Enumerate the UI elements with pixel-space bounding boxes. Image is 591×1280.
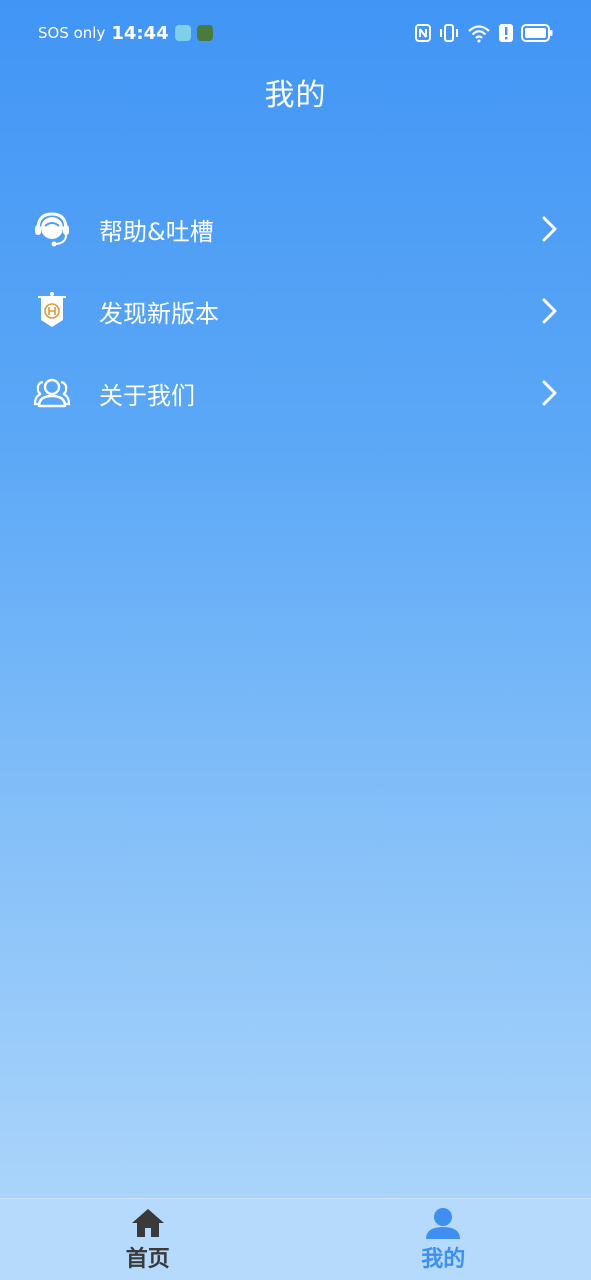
bottom-nav: 首页 我的 bbox=[0, 1198, 591, 1280]
menu-list: 帮助&吐槽 发现新版本 关于我们 bbox=[0, 188, 591, 434]
battery-icon bbox=[521, 24, 553, 42]
status-right bbox=[415, 23, 553, 43]
nav-tab-mine[interactable]: 我的 bbox=[296, 1199, 591, 1280]
menu-item-label: 发现新版本 bbox=[99, 299, 219, 328]
status-left: SOS only 14:44 bbox=[38, 23, 213, 44]
home-icon bbox=[131, 1208, 164, 1237]
carrier-text: SOS only bbox=[38, 24, 106, 42]
app-notification-icon bbox=[174, 25, 191, 41]
headset-icon bbox=[32, 209, 72, 249]
menu-item-new-version[interactable]: 发现新版本 bbox=[0, 270, 591, 352]
vibrate-icon bbox=[440, 24, 458, 42]
status-bar: SOS only 14:44 bbox=[0, 0, 591, 66]
menu-item-label: 帮助&吐槽 bbox=[99, 217, 214, 246]
chevron-right-icon bbox=[542, 380, 557, 406]
chevron-right-icon bbox=[542, 216, 557, 242]
menu-item-about-us[interactable]: 关于我们 bbox=[0, 352, 591, 434]
person-icon bbox=[426, 1207, 461, 1239]
menu-item-label: 关于我们 bbox=[99, 381, 195, 410]
alert-icon bbox=[499, 24, 513, 42]
nav-label-home: 首页 bbox=[125, 1246, 170, 1272]
banner-icon bbox=[32, 291, 72, 331]
menu-item-help[interactable]: 帮助&吐槽 bbox=[0, 188, 591, 270]
page-title: 我的 bbox=[264, 78, 327, 113]
nfc-icon bbox=[415, 24, 431, 42]
users-icon bbox=[32, 373, 72, 413]
game-notification-icon bbox=[196, 25, 213, 41]
chevron-right-icon bbox=[542, 298, 557, 324]
nav-tab-home[interactable]: 首页 bbox=[0, 1199, 296, 1280]
clock-text: 14:44 bbox=[111, 22, 169, 44]
wifi-icon bbox=[468, 25, 490, 43]
nav-label-mine: 我的 bbox=[421, 1246, 466, 1272]
